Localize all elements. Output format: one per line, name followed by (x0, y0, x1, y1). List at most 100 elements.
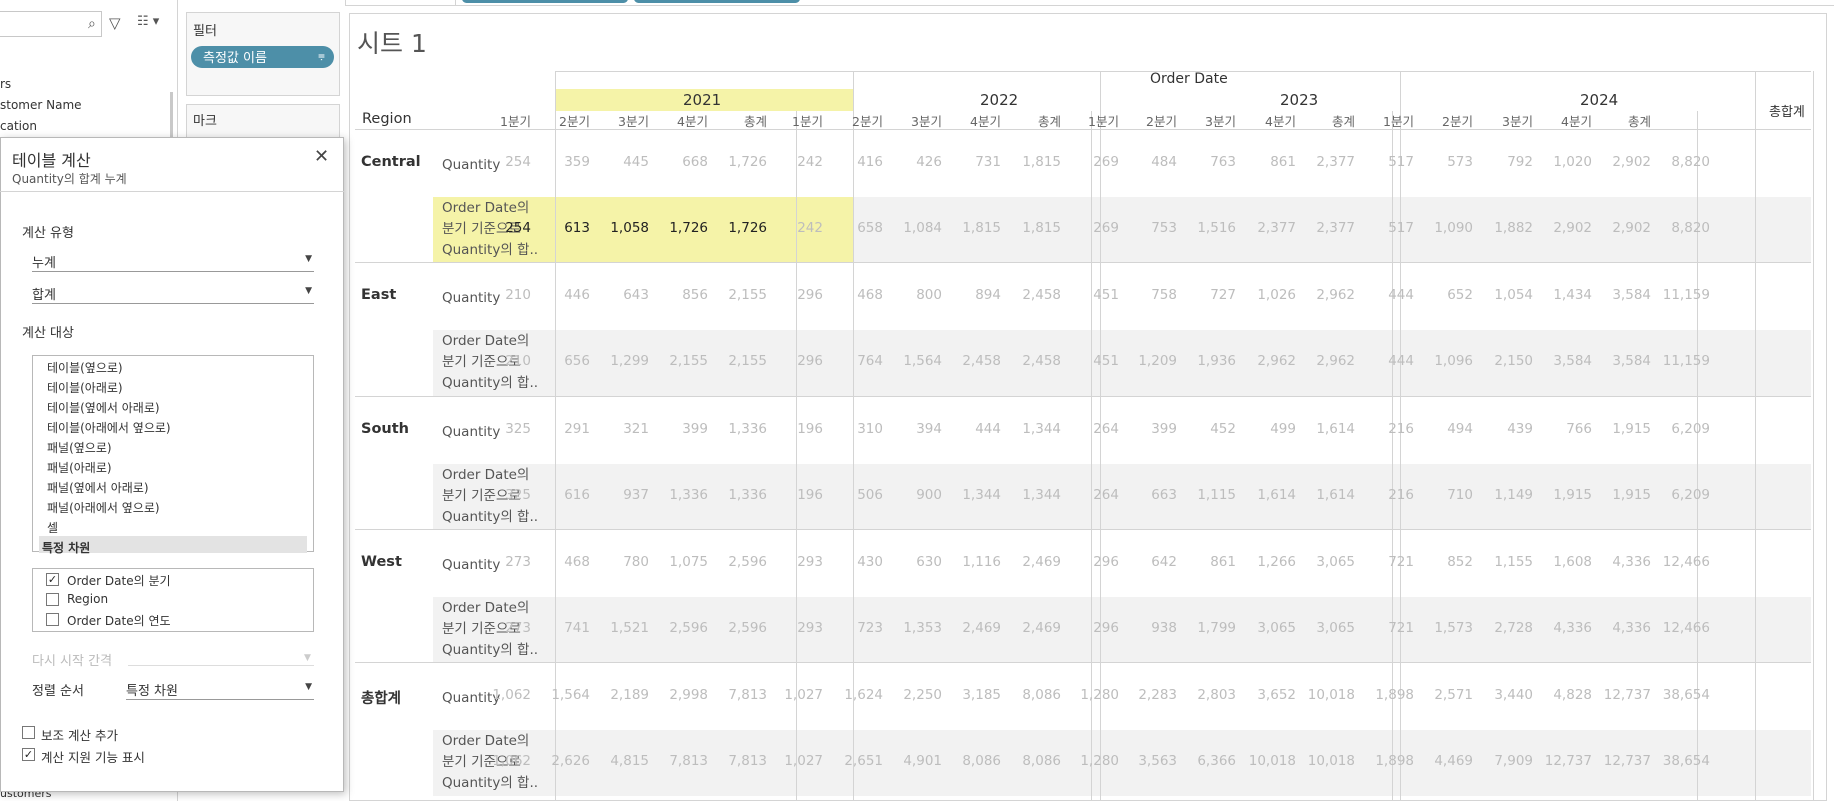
data-cell[interactable]: 1,608 (1534, 554, 1592, 570)
data-cell[interactable]: 2,962 (1238, 353, 1296, 369)
data-cell[interactable]: 8,086 (1003, 753, 1061, 769)
data-cell[interactable]: 1,344 (1003, 421, 1061, 437)
data-cell[interactable]: 1,521 (591, 620, 649, 636)
data-cell[interactable]: 2,962 (1297, 287, 1355, 303)
data-cell[interactable]: 2,250 (884, 687, 942, 703)
data-pane-item[interactable]: cation (0, 119, 37, 133)
data-cell[interactable]: 3,185 (943, 687, 1001, 703)
data-cell[interactable]: 1,344 (943, 487, 1001, 503)
data-cell[interactable]: 452 (1178, 421, 1236, 437)
data-cell[interactable]: 254 (473, 154, 531, 170)
data-cell[interactable]: 7,813 (650, 753, 708, 769)
data-cell[interactable]: 1,116 (943, 554, 1001, 570)
data-cell[interactable]: 1,280 (1061, 753, 1119, 769)
data-cell[interactable]: 4,828 (1534, 687, 1592, 703)
data-cell[interactable]: 1,726 (650, 220, 708, 236)
data-cell[interactable]: 1,266 (1238, 554, 1296, 570)
data-cell[interactable]: 506 (825, 487, 883, 503)
data-cell[interactable]: 937 (591, 487, 649, 503)
data-cell[interactable]: 499 (1238, 421, 1296, 437)
data-cell[interactable]: 2,902 (1593, 220, 1651, 236)
data-cell[interactable]: 2,626 (532, 753, 590, 769)
view-list-icon[interactable]: ☷ ▾ (137, 14, 159, 29)
compute-using-option[interactable]: 패널(옆에서 아래로) (47, 479, 149, 496)
data-cell[interactable]: 2,458 (1003, 353, 1061, 369)
data-cell[interactable]: 399 (650, 421, 708, 437)
data-cell[interactable]: 1,614 (1297, 421, 1355, 437)
data-cell[interactable]: 2,377 (1297, 220, 1355, 236)
compute-using-option[interactable]: 테이블(아래에서 옆으로) (47, 419, 171, 436)
data-cell[interactable]: 1,280 (1061, 687, 1119, 703)
data-cell[interactable]: 2,155 (709, 353, 767, 369)
search-input[interactable] (0, 11, 102, 37)
data-cell[interactable]: 1,564 (884, 353, 942, 369)
data-pane-item[interactable]: rs (0, 77, 11, 91)
data-cell[interactable]: 445 (591, 154, 649, 170)
data-cell[interactable]: 1,815 (943, 220, 1001, 236)
data-cell[interactable]: 1,026 (1238, 287, 1296, 303)
data-cell[interactable]: 264 (1061, 421, 1119, 437)
data-cell[interactable]: 2,902 (1593, 154, 1651, 170)
data-cell[interactable]: 494 (1415, 421, 1473, 437)
data-cell[interactable]: 12,737 (1593, 753, 1651, 769)
data-cell[interactable]: 210 (473, 353, 531, 369)
data-cell[interactable]: 643 (591, 287, 649, 303)
data-cell[interactable]: 1,564 (532, 687, 590, 703)
data-cell[interactable]: 325 (473, 487, 531, 503)
data-cell[interactable]: 273 (473, 620, 531, 636)
data-cell[interactable]: 293 (765, 554, 823, 570)
data-cell[interactable]: 3,652 (1238, 687, 1296, 703)
data-cell[interactable]: 2,596 (650, 620, 708, 636)
data-cell[interactable]: 3,584 (1534, 353, 1592, 369)
data-cell[interactable]: 296 (1061, 620, 1119, 636)
data-cell[interactable]: 269 (1061, 154, 1119, 170)
data-cell[interactable]: 2,469 (943, 620, 1001, 636)
data-cell[interactable]: 1,020 (1534, 154, 1592, 170)
data-cell[interactable]: 1,115 (1178, 487, 1236, 503)
data-cell[interactable]: 196 (765, 421, 823, 437)
data-cell[interactable]: 900 (884, 487, 942, 503)
column-pill[interactable] (462, 0, 628, 3)
data-cell[interactable]: 8,086 (943, 753, 1001, 769)
data-cell[interactable]: 1,353 (884, 620, 942, 636)
data-cell[interactable]: 668 (650, 154, 708, 170)
data-cell[interactable]: 321 (591, 421, 649, 437)
dimension-checkbox[interactable] (46, 593, 59, 606)
data-cell[interactable]: 430 (825, 554, 883, 570)
data-cell[interactable]: 613 (532, 220, 590, 236)
data-cell[interactable]: 1,915 (1534, 487, 1592, 503)
data-cell[interactable]: 7,909 (1475, 753, 1533, 769)
data-cell[interactable]: 2,377 (1238, 220, 1296, 236)
data-cell[interactable]: 1,815 (1003, 154, 1061, 170)
data-cell[interactable]: 4,336 (1534, 620, 1592, 636)
data-cell[interactable]: 721 (1356, 620, 1414, 636)
data-cell[interactable]: 2,728 (1475, 620, 1533, 636)
data-cell[interactable]: 2,377 (1297, 154, 1355, 170)
data-cell[interactable]: 416 (825, 154, 883, 170)
data-cell[interactable]: 269 (1061, 220, 1119, 236)
data-cell[interactable]: 444 (1356, 353, 1414, 369)
show-calc-assist-checkbox[interactable]: ✓ (22, 748, 35, 761)
data-cell[interactable]: 1,799 (1178, 620, 1236, 636)
close-icon[interactable]: ✕ (314, 146, 329, 167)
data-cell[interactable]: 293 (765, 620, 823, 636)
search-icon[interactable]: ⌕ (88, 16, 96, 32)
data-cell[interactable]: 1,090 (1415, 220, 1473, 236)
data-cell[interactable]: 8,086 (1003, 687, 1061, 703)
data-cell[interactable]: 196 (765, 487, 823, 503)
data-cell[interactable]: 444 (1356, 287, 1414, 303)
data-cell[interactable]: 1,516 (1178, 220, 1236, 236)
calc-type-dropdown[interactable]: 누계 ▼ (32, 250, 314, 272)
data-cell[interactable]: 2,150 (1475, 353, 1533, 369)
data-cell[interactable]: 1,336 (650, 487, 708, 503)
compute-using-option[interactable]: 테이블(아래로) (47, 379, 123, 396)
data-cell[interactable]: 1,336 (709, 487, 767, 503)
data-cell[interactable]: 4,901 (884, 753, 942, 769)
data-cell[interactable]: 426 (884, 154, 942, 170)
data-cell[interactable]: 1,062 (473, 753, 531, 769)
data-cell[interactable]: 216 (1356, 421, 1414, 437)
data-cell[interactable]: 517 (1356, 220, 1414, 236)
data-cell[interactable]: 451 (1061, 353, 1119, 369)
data-cell[interactable]: 731 (943, 154, 1001, 170)
data-cell[interactable]: 7,813 (709, 753, 767, 769)
